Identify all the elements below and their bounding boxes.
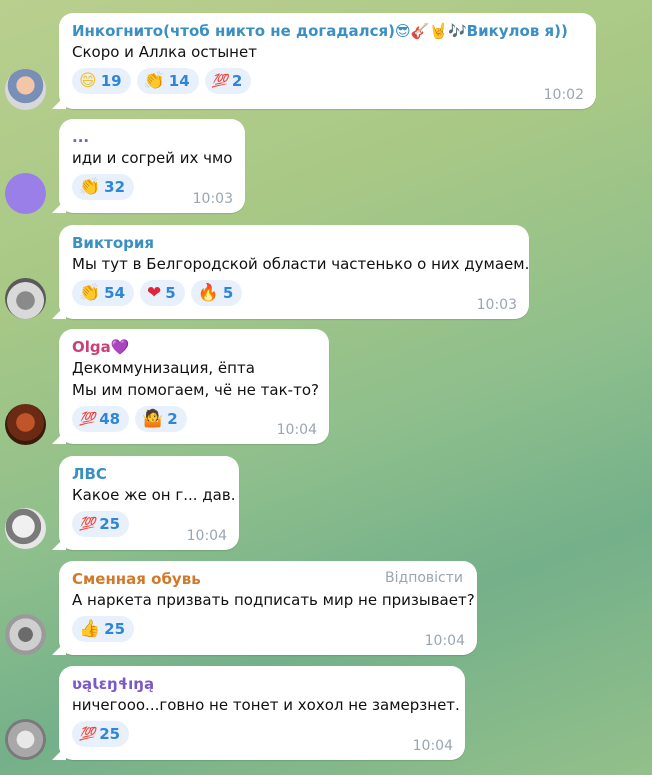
reaction-chip[interactable]: 💯 25	[72, 721, 130, 747]
reaction-count: 14	[168, 72, 190, 90]
bubble-tail	[52, 95, 66, 109]
reaction-chip[interactable]: 👏 32	[72, 174, 135, 200]
reaction-chip[interactable]: 👍 25	[72, 616, 135, 642]
hundred-emoji-icon: 💯	[211, 73, 228, 89]
thumbs-up-emoji-icon: 👍	[79, 618, 101, 639]
message-text: Мы тут в Белгородской области частенько …	[72, 255, 530, 273]
avatar[interactable]	[5, 508, 46, 549]
reactions-bar: 👍 25	[72, 616, 465, 642]
reactions-bar: 👏 54 ❤ 5 🔥 5	[72, 280, 517, 306]
reaction-chip[interactable]: 💯 2	[204, 68, 252, 94]
reaction-count: 5	[222, 284, 234, 302]
sender-name[interactable]: ...	[72, 127, 233, 147]
message-bubble[interactable]: ʋąƖɛŋɬıŋą ничегооо...говно не тонет и хо…	[52, 666, 465, 760]
reaction-count: 2	[167, 410, 178, 428]
bubble-tail	[52, 536, 66, 550]
reaction-count: 32	[104, 178, 126, 196]
chat-area: Инкогнито(чтоб никто не догадался)😎🎸🤘🎶Ви…	[0, 0, 652, 775]
bubble-tail	[52, 430, 66, 444]
avatar[interactable]	[5, 614, 46, 655]
sender-name[interactable]: ЛВС	[72, 464, 227, 484]
message-time: 10:04	[412, 738, 453, 754]
avatar[interactable]	[5, 69, 46, 110]
message-bubble[interactable]: Виктория Мы тут в Белгородской области ч…	[52, 225, 530, 319]
reaction-count: 19	[100, 72, 122, 90]
grin-emoji-icon: 😄	[79, 70, 97, 91]
message-time: 10:03	[192, 191, 233, 207]
bubble-tail	[52, 641, 66, 655]
reaction-chip[interactable]: 💯 25	[72, 511, 130, 537]
message-bubble[interactable]: ЛВС Какое же он г... дав. 💯 25 10:04	[52, 456, 239, 550]
heart-emoji-icon: ❤	[147, 282, 162, 303]
reaction-count: 48	[99, 410, 121, 428]
message-text: иди и согрей их чмо	[72, 149, 233, 167]
sender-name[interactable]: Инкогнито(чтоб никто не догадался)😎🎸🤘🎶Ви…	[72, 21, 584, 41]
avatar[interactable]	[5, 404, 46, 445]
reactions-bar: 😄 19 👏 14 💯 2	[72, 68, 584, 94]
reaction-chip[interactable]: 🔥 5	[190, 280, 243, 306]
message-bubble[interactable]: ... иди и согрей их чмо 👏 32 10:03	[52, 119, 245, 213]
bubble-tail	[52, 746, 66, 760]
message-text: Декоммунизация, ёпта	[72, 359, 255, 377]
message-time: 10:03	[476, 297, 517, 313]
reaction-chip[interactable]: 😄 19	[72, 68, 131, 94]
message-bubble[interactable]: Сменная обувь Відповісти А наркета призв…	[52, 561, 477, 655]
reaction-count: 25	[104, 620, 126, 638]
bubble-tail	[52, 199, 66, 213]
reaction-count: 5	[165, 284, 176, 302]
reaction-count: 25	[99, 515, 121, 533]
clap-emoji-icon: 👏	[143, 70, 165, 91]
reply-link[interactable]: Відповісти	[385, 570, 463, 586]
reaction-count: 2	[231, 72, 243, 90]
message-time: 10:02	[543, 87, 584, 103]
reaction-count: 54	[104, 284, 126, 302]
message-bubble[interactable]: Olga💜 Декоммунизация, ёпта Мы им помогае…	[52, 329, 329, 444]
fire-emoji-icon: 🔥	[197, 282, 219, 303]
message-text: ничегооо...говно не тонет и хохол не зам…	[72, 696, 460, 714]
message-time: 10:04	[276, 422, 317, 438]
message-text: Какое же он г... дав.	[72, 486, 236, 504]
reaction-chip[interactable]: ❤ 5	[140, 280, 185, 306]
message-time: 10:04	[424, 633, 465, 649]
sender-name[interactable]: Виктория	[72, 233, 517, 253]
hundred-emoji-icon: 💯	[79, 726, 96, 742]
reactions-bar: 💯 25	[72, 721, 453, 747]
avatar[interactable]	[5, 719, 46, 760]
reaction-chip[interactable]: 👏 14	[136, 68, 199, 94]
hundred-emoji-icon: 💯	[79, 516, 96, 532]
hundred-emoji-icon: 💯	[79, 411, 96, 427]
shrug-emoji-icon: 🤷	[142, 408, 164, 429]
message-time: 10:04	[186, 528, 227, 544]
reaction-chip[interactable]: 👏 54	[72, 280, 135, 306]
avatar[interactable]	[5, 278, 46, 319]
message-text: Мы им помогаем, чё не так-то?	[72, 381, 319, 399]
clap-emoji-icon: 👏	[79, 282, 101, 303]
sender-name[interactable]: Olga💜	[72, 337, 317, 357]
message-text: А наркета призвать подписать мир не приз…	[72, 591, 475, 609]
reaction-chip[interactable]: 🤷 2	[135, 406, 187, 432]
bubble-tail	[52, 305, 66, 319]
clap-emoji-icon: 👏	[79, 176, 101, 197]
reaction-chip[interactable]: 💯 48	[72, 406, 130, 432]
sender-name[interactable]: ʋąƖɛŋɬıŋą	[72, 674, 453, 694]
avatar[interactable]	[5, 173, 46, 214]
message-bubble[interactable]: Инкогнито(чтоб никто не догадался)😎🎸🤘🎶Ви…	[52, 13, 596, 109]
reaction-count: 25	[99, 725, 121, 743]
message-text: Скоро и Аллка остынет	[72, 43, 257, 61]
